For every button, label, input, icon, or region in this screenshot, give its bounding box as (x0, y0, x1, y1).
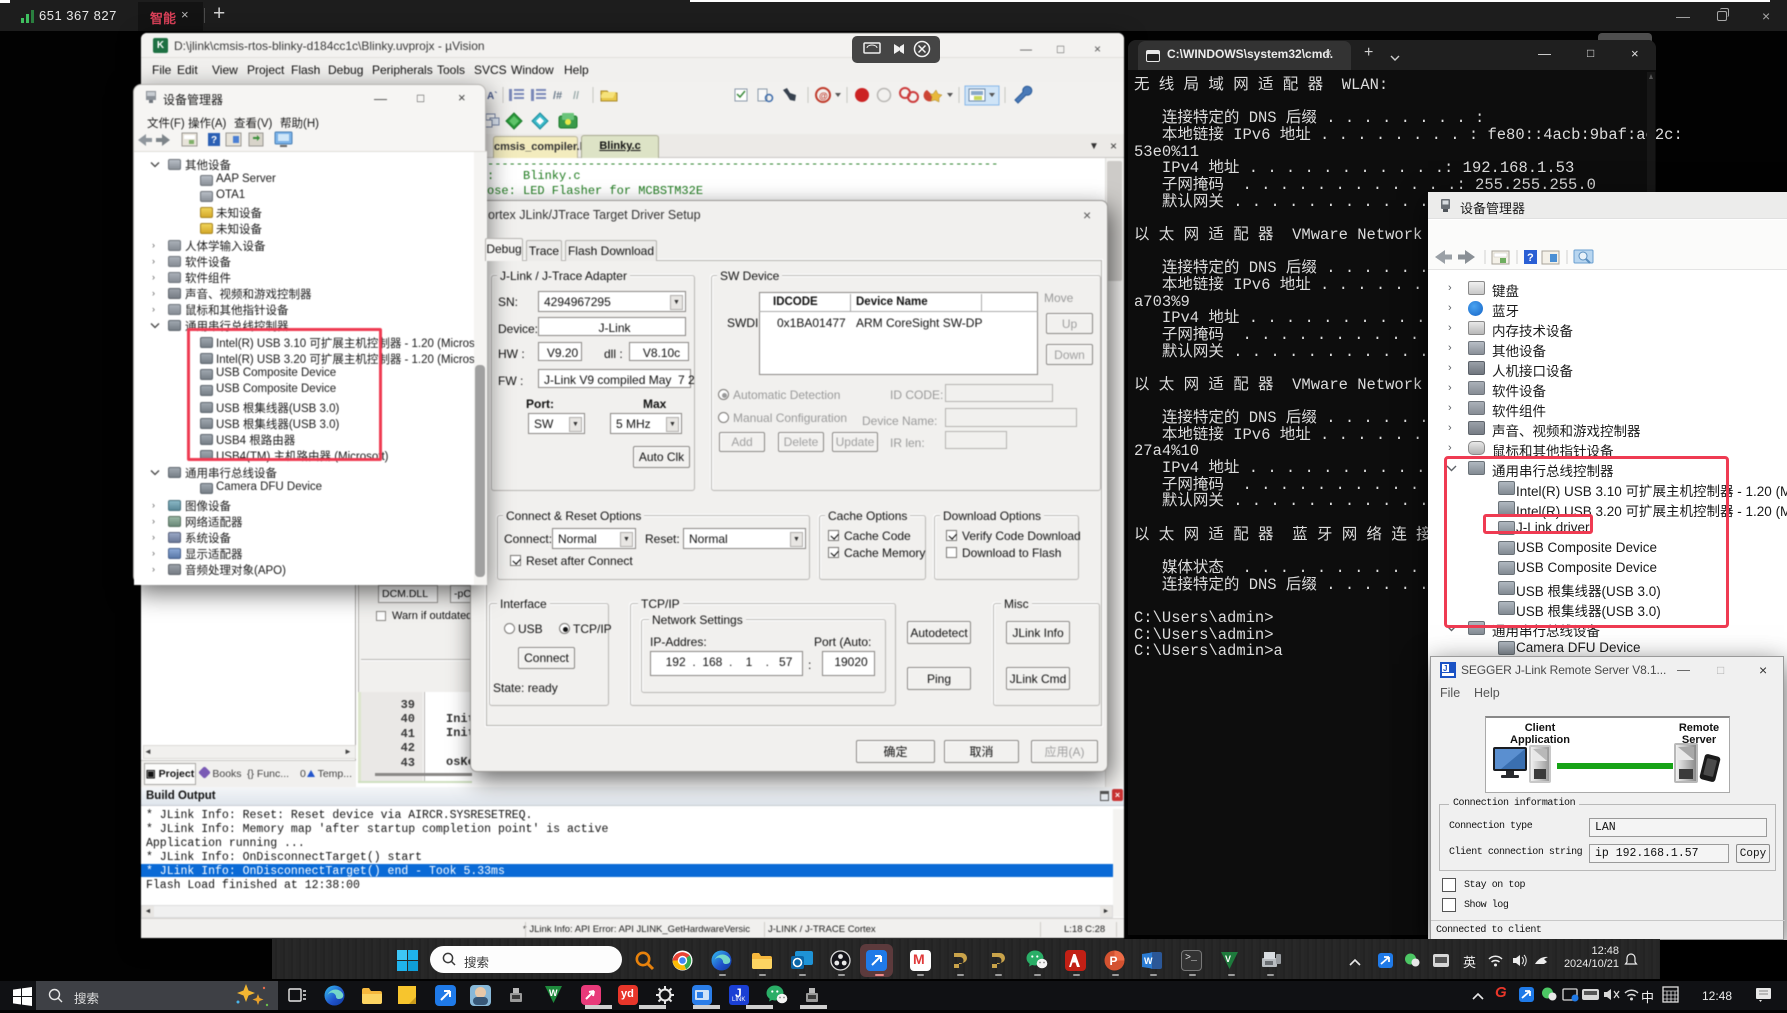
svg-text:P: P (1110, 954, 1118, 968)
svg-text:?: ? (1527, 252, 1534, 264)
svg-text:@: @ (819, 91, 828, 101)
svg-text://: // (573, 90, 579, 102)
svg-text:W: W (549, 988, 558, 998)
svg-text:W: W (1144, 956, 1153, 966)
svg-text:?: ? (211, 135, 217, 146)
svg-text:A`: A` (487, 91, 498, 102)
svg-text:/#: /# (553, 90, 562, 102)
svg-text:J: J (1443, 664, 1447, 673)
svg-text:V: V (1225, 954, 1231, 964)
